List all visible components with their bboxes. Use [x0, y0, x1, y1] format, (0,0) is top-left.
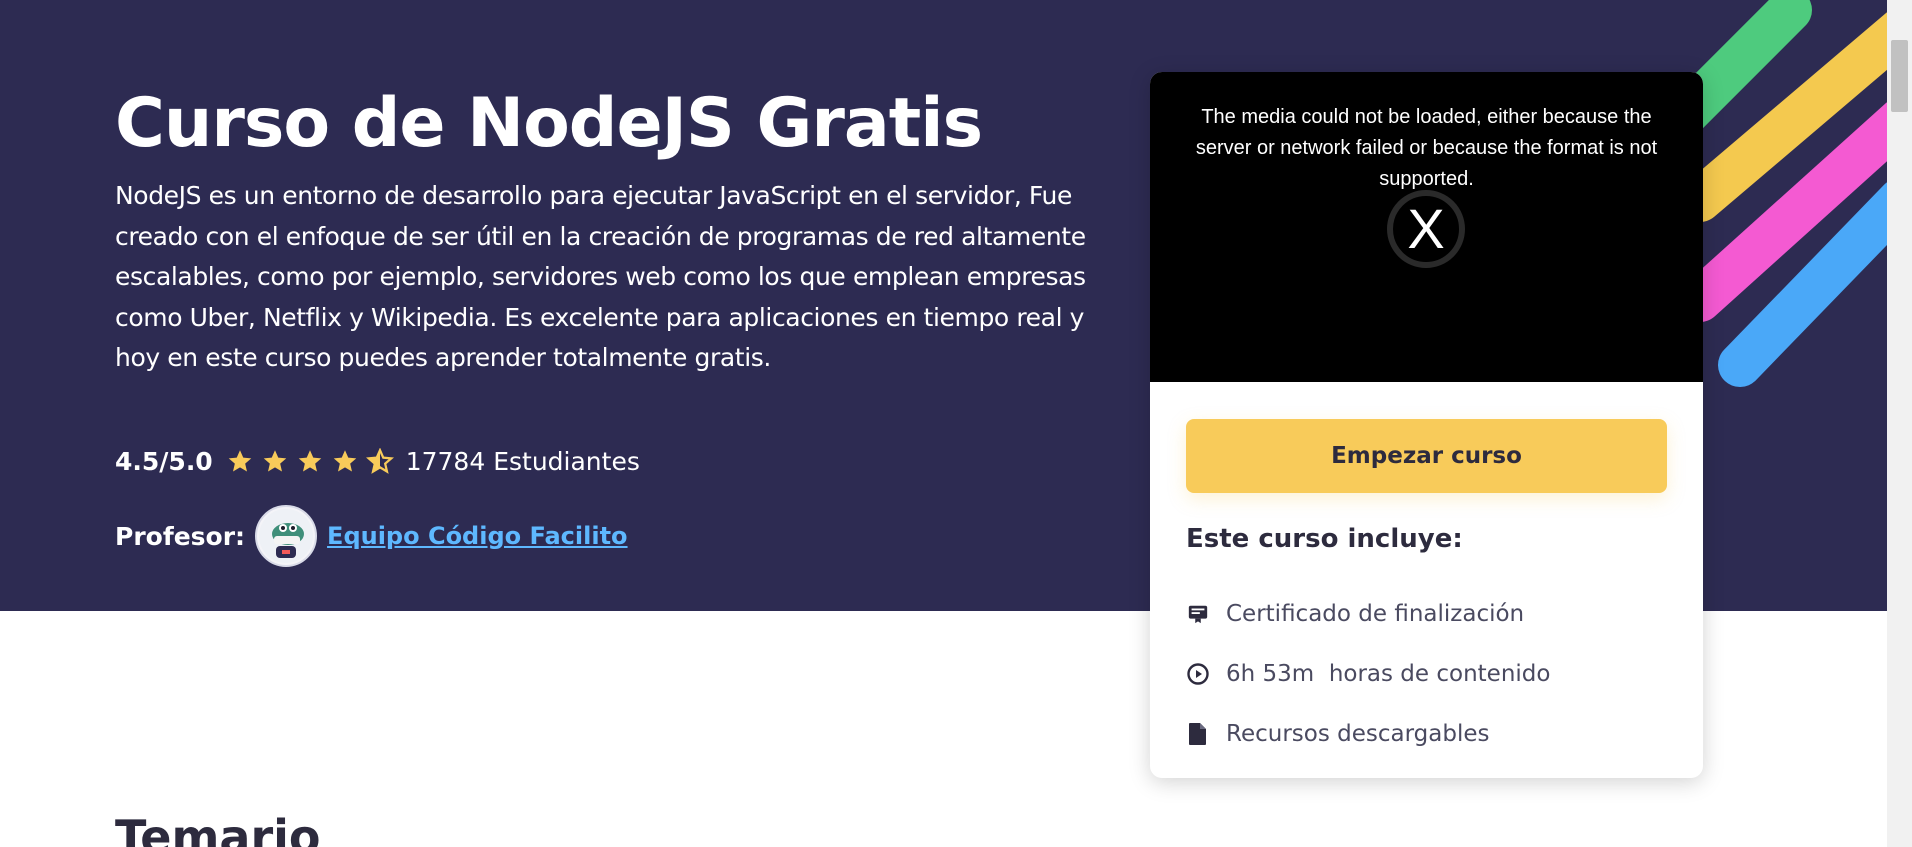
file-icon: [1186, 722, 1210, 746]
rating-stars: [223, 446, 398, 476]
video-player[interactable]: The media could not be loaded, either be…: [1150, 72, 1703, 382]
student-count: 17784 Estudiantes: [405, 446, 640, 476]
list-item: Certificado de finalización: [1186, 584, 1667, 644]
video-error-glyph: X: [1407, 197, 1445, 260]
certificate-icon: [1186, 602, 1210, 626]
hero-text: Curso de NodeJS Gratis NodeJS es un ento…: [115, 78, 1090, 379]
list-item: 6h 53m horas de contenido: [1186, 644, 1667, 704]
play-circle-icon: [1186, 662, 1210, 686]
teacher-avatar[interactable]: [255, 505, 318, 567]
stripe-yellow: [1678, 12, 1887, 222]
star-icon: [258, 446, 293, 476]
list-item: Recursos descargables: [1186, 704, 1667, 764]
crocodile-mascot-icon: [259, 509, 314, 563]
include-label: 6h 53m horas de contenido: [1226, 661, 1551, 687]
course-card: The media could not be loaded, either be…: [1150, 72, 1703, 778]
star-icon: [328, 446, 363, 476]
teacher-link[interactable]: Equipo Código Facilito: [327, 522, 628, 550]
scrollbar[interactable]: [1887, 0, 1912, 847]
includes-list: Certificado de finalización 6h 53m horas…: [1186, 584, 1667, 764]
half-star-icon: [363, 446, 398, 476]
course-description: NodeJS es un entorno de desarrollo para …: [115, 181, 1086, 373]
stripe-blue: [1718, 182, 1887, 387]
star-icon: [223, 446, 258, 476]
include-label: Certificado de finalización: [1226, 601, 1525, 627]
scrollbar-thumb[interactable]: [1891, 40, 1908, 112]
rating-value: 4.5/5.0: [115, 446, 213, 476]
start-course-button[interactable]: Empezar curso: [1186, 419, 1667, 493]
stripe-pink: [1678, 102, 1887, 322]
video-error-icon: X: [1387, 190, 1465, 268]
includes-title: Este curso incluye:: [1186, 524, 1463, 554]
rating-row: 4.5/5.0 17784 Estudiantes: [115, 443, 640, 479]
teacher-label: Profesor:: [115, 521, 246, 551]
page-title: Curso de NodeJS Gratis: [115, 84, 983, 163]
syllabus-title: Temario: [115, 810, 321, 847]
teacher-row: Profesor: Equipo Código Facilito: [115, 505, 628, 567]
video-error-message: The media could not be loaded, either be…: [1195, 106, 1658, 190]
include-label: Recursos descargables: [1226, 721, 1490, 747]
star-icon: [293, 446, 328, 476]
